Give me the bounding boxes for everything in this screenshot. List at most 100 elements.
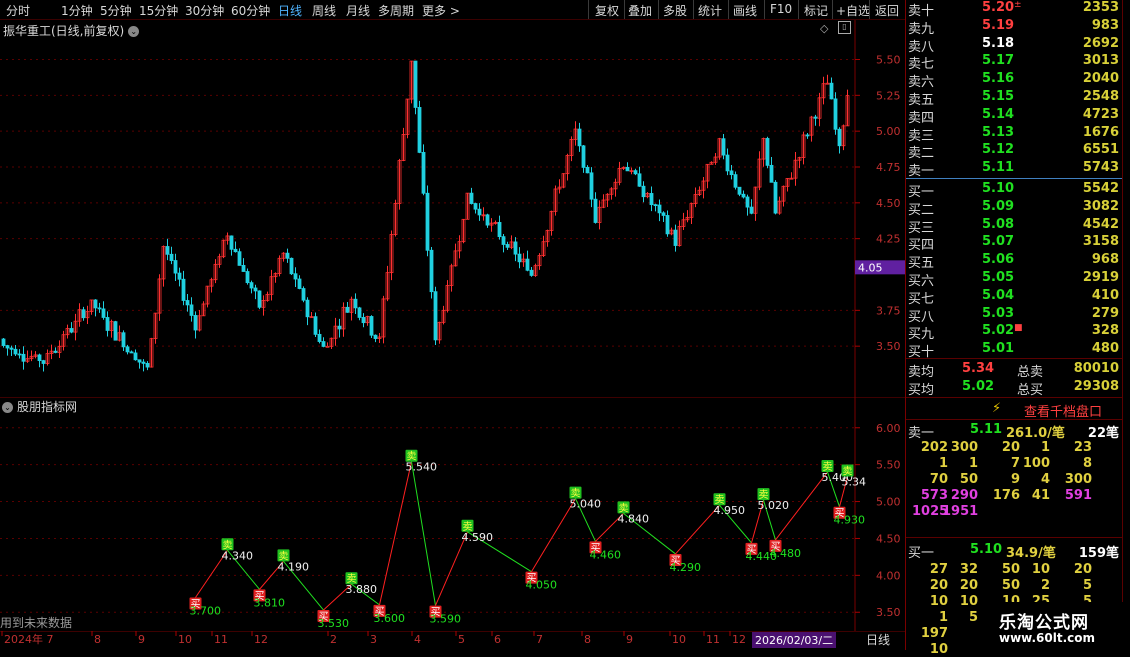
ask-level-row[interactable]: 卖五 5.15 2548 bbox=[906, 89, 1121, 108]
level-label: 买三 bbox=[908, 220, 935, 236]
level-volume: 968 bbox=[1091, 252, 1119, 268]
candle-body bbox=[657, 204, 662, 214]
indicator-title: ⌄ 股朋指标网 bbox=[2, 398, 77, 415]
date-axis: 2024年 7 8 9 10 11 12 2 3 4 5 6 7 8 9 10 11 12 2026/02/03/… bbox=[0, 631, 905, 650]
period-daily[interactable]: 日线 bbox=[278, 2, 302, 19]
level-label: 卖十 bbox=[908, 4, 935, 19]
back-button[interactable]: 返回 bbox=[875, 2, 899, 19]
thousand-level-button[interactable]: ⚡ 查看千档盘口 bbox=[906, 399, 1126, 420]
level-volume: 4723 bbox=[1082, 106, 1119, 122]
candle-body bbox=[337, 325, 342, 330]
period-multi[interactable]: 多周期 bbox=[378, 2, 414, 19]
restore-rights-button[interactable]: 复权 bbox=[595, 2, 619, 19]
x-tick-label: 7 bbox=[536, 633, 543, 646]
ask-level-row[interactable]: 卖二 5.12 6551 bbox=[906, 142, 1121, 161]
x-tick-label: 12 bbox=[254, 633, 268, 646]
bid-level-row[interactable]: 买九 5.02 328 ■ bbox=[906, 323, 1121, 342]
period-30min[interactable]: 30分钟 bbox=[185, 2, 224, 19]
candle-body bbox=[593, 198, 598, 223]
chevron-down-icon[interactable]: ⌄ bbox=[128, 26, 140, 37]
period-monthly[interactable]: 月线 bbox=[346, 2, 370, 19]
bid-level-row[interactable]: 买十 5.01 480 bbox=[906, 341, 1121, 360]
level-price: 5.10 bbox=[982, 181, 1015, 196]
candle-body bbox=[137, 359, 142, 363]
level-label: 买五 bbox=[908, 256, 935, 272]
queue-order-size: 50 bbox=[959, 472, 978, 487]
period-15min[interactable]: 15分钟 bbox=[139, 2, 178, 19]
level-volume: 5743 bbox=[1082, 160, 1119, 176]
candle-body bbox=[21, 353, 26, 362]
ask-level-row[interactable]: 卖三 5.13 1676 bbox=[906, 125, 1121, 144]
queue-order-size: 5 bbox=[968, 610, 978, 625]
queue-order-size: 591 bbox=[1064, 488, 1092, 503]
ask-level-row[interactable]: 卖一 5.11 5743 bbox=[906, 160, 1121, 179]
bid-level-row[interactable]: 买五 5.06 968 bbox=[906, 252, 1121, 272]
candle-body bbox=[81, 309, 86, 319]
candle-body bbox=[837, 128, 842, 147]
candle-body bbox=[433, 291, 438, 341]
statistics-button[interactable]: 统计 bbox=[698, 2, 722, 19]
candle-body bbox=[305, 299, 310, 318]
level-volume: 2692 bbox=[1082, 35, 1119, 51]
x-tick-label: 10 bbox=[178, 633, 192, 646]
candle-body bbox=[725, 154, 730, 172]
draw-line-button[interactable]: 画线 bbox=[733, 2, 757, 19]
queue-order-size: 1 bbox=[968, 456, 978, 471]
bid-level-row[interactable]: 买七 5.04 410 bbox=[906, 287, 1121, 307]
level-price: 5.03 bbox=[982, 305, 1015, 321]
y-tick-label: 5.25 bbox=[876, 89, 901, 102]
indicator-chart[interactable]: 6.00 5.50 5.00 4.50 4.00 3.50 买 3.700 卖 4.340 买 3.8… bbox=[0, 397, 905, 631]
ask-level-row[interactable]: 卖六 5.16 2040 bbox=[906, 71, 1121, 91]
chart-title: 振华重工(日线,前复权) ⌄ bbox=[3, 22, 140, 39]
level-volume: 410 bbox=[1091, 287, 1119, 303]
period-60min[interactable]: 60分钟 bbox=[231, 2, 270, 19]
candle-body bbox=[665, 215, 670, 235]
queue-order-size: 197 bbox=[920, 626, 948, 641]
ask-level-row[interactable]: 卖八 5.18 2692 bbox=[906, 35, 1121, 55]
period-1min[interactable]: 1分钟 bbox=[61, 2, 93, 19]
candle-body bbox=[581, 145, 586, 168]
candle-body bbox=[9, 347, 14, 350]
period-minute[interactable]: 分时 bbox=[6, 2, 30, 19]
multi-stock-button[interactable]: 多股 bbox=[663, 2, 687, 19]
level-volume: 2040 bbox=[1082, 71, 1119, 87]
ask-level-row[interactable]: 卖七 5.17 3013 bbox=[906, 53, 1121, 72]
bid-level-row[interactable]: 买四 5.07 3158 bbox=[906, 234, 1121, 253]
y-tick-label: 4.50 bbox=[876, 197, 901, 210]
mark-button[interactable]: 标记 bbox=[804, 2, 828, 19]
overlay-button[interactable]: 叠加 bbox=[628, 2, 652, 19]
level-label: 卖六 bbox=[908, 75, 935, 91]
level-label: 卖四 bbox=[908, 110, 935, 126]
bid-level-row[interactable]: 买三 5.08 4542 bbox=[906, 216, 1121, 236]
candle-body bbox=[133, 352, 138, 361]
candlestick-chart[interactable]: 5.50 5.25 5.00 4.75 4.50 4.25 3.75 3.50 4.05 振华重… bbox=[0, 20, 905, 397]
ask-level-row[interactable]: 卖九 5.19 983 bbox=[906, 18, 1121, 37]
queue-order-size: 20 bbox=[959, 578, 978, 593]
candle-body bbox=[293, 273, 298, 280]
period-weekly[interactable]: 周线 bbox=[312, 2, 336, 19]
window-icon[interactable]: ▯ bbox=[838, 21, 851, 34]
bid-level-row[interactable]: 买二 5.09 3082 bbox=[906, 199, 1121, 218]
candle-body bbox=[181, 278, 186, 301]
candle-body bbox=[729, 170, 734, 176]
f10-button[interactable]: F10 bbox=[770, 2, 792, 16]
chevron-down-icon[interactable]: ⌄ bbox=[2, 402, 13, 413]
ask-level-row[interactable]: 卖十 5.20 2353 ± bbox=[906, 0, 1121, 19]
bid-level-row[interactable]: 买六 5.05 2919 bbox=[906, 270, 1121, 289]
ask-level-row[interactable]: 卖四 5.14 4723 bbox=[906, 106, 1121, 126]
x-tick-label: 6 bbox=[494, 633, 501, 646]
add-watchlist-button[interactable]: +自选 bbox=[836, 2, 870, 19]
side-strip bbox=[1122, 0, 1130, 650]
bid-level-row[interactable]: 买八 5.03 279 bbox=[906, 305, 1121, 325]
diamond-icon[interactable]: ◇ bbox=[820, 22, 828, 35]
y-tick-label: 3.50 bbox=[876, 606, 901, 619]
period-more[interactable]: 更多 > bbox=[422, 2, 460, 19]
level-price: 5.08 bbox=[982, 216, 1015, 232]
candle-body bbox=[529, 269, 534, 276]
candles bbox=[1, 60, 850, 372]
point-value-label: 3.530 bbox=[318, 617, 350, 630]
bid-level-row[interactable]: 买一 5.10 5542 bbox=[906, 181, 1121, 200]
candle-body bbox=[101, 308, 106, 318]
queue-order-size: 4 bbox=[1040, 472, 1050, 487]
period-5min[interactable]: 5分钟 bbox=[100, 2, 132, 19]
